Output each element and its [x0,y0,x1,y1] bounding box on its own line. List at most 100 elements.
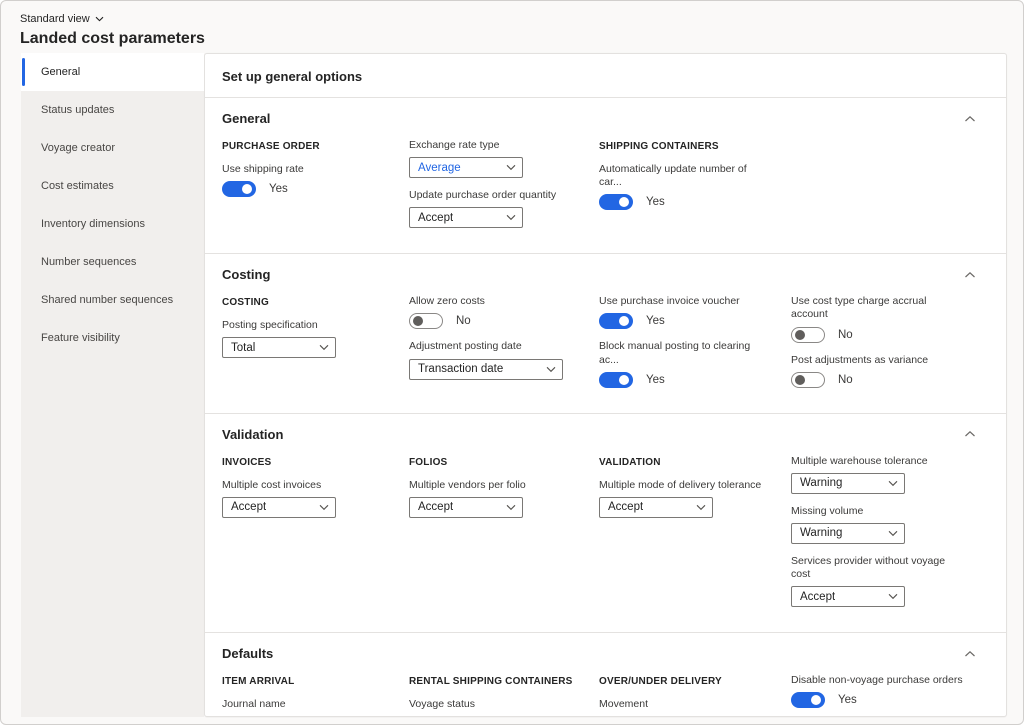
section-title: Costing [222,267,270,282]
services-provider-without-voyage-cost-dropdown[interactable]: Accept [791,586,905,607]
section-collapse-button[interactable] [962,428,978,440]
chevron-up-icon [964,271,976,279]
toggle-row: Yes [599,313,791,329]
block-manual-posting-to-clearing-ac-toggle[interactable] [599,372,633,388]
section-collapse-button[interactable] [962,113,978,125]
field-services-provider-without-voyage-cost: Services provider without voyage cost Ac… [791,555,978,607]
sidebar-item-voyage-creator[interactable]: Voyage creator [21,129,204,167]
toggle-knob [795,330,805,340]
sidebar-item-shared-number-sequences[interactable]: Shared number sequences [21,281,204,319]
automatically-update-number-of-car-toggle[interactable] [599,194,633,210]
sidebar: General Status updates Voyage creator Co… [21,53,204,717]
toggle-state-label: Yes [269,183,288,195]
field-label: Update purchase order quantity [409,189,581,202]
section-columns: ITEM ARRIVAL Journal name WArr RENTAL SH… [222,672,978,717]
view-selector[interactable]: Standard view [20,13,104,25]
field-disable-non-voyage-purchase-orders: Disable non-voyage purchase orders Yes [791,674,978,708]
group-label-rental-shipping-containers: RENTAL SHIPPING CONTAINERS [409,676,599,687]
use-shipping-rate-toggle[interactable] [222,181,256,197]
sidebar-item-label: Inventory dimensions [41,218,145,230]
dropdown-value: Total [231,342,255,354]
use-purchase-invoice-voucher-toggle[interactable] [599,313,633,329]
chevron-down-icon [95,16,104,22]
section-header[interactable]: Defaults [222,633,978,672]
field-exchange-rate-type: Exchange rate type Average [409,139,599,178]
section-costing: Costing COSTING Posting specification To… [205,253,1006,412]
section-collapse-button[interactable] [962,269,978,281]
group-label-item-arrival: ITEM ARRIVAL [222,676,409,687]
field-update-purchase-order-quantity: Update purchase order quantity Accept [409,189,599,228]
sidebar-item-feature-visibility[interactable]: Feature visibility [21,319,204,357]
section-header[interactable]: Validation [222,414,978,453]
field-label: Allow zero costs [409,295,581,308]
voyage-status-dropdown[interactable] [409,716,523,717]
dropdown-value: Warning [800,477,842,489]
use-cost-type-charge-accrual-account-toggle[interactable] [791,327,825,343]
adjustment-posting-date-dropdown[interactable]: Transaction date [409,359,563,380]
toggle-knob [795,375,805,385]
section-validation: Validation INVOICES Multiple cost invoic… [205,413,1006,633]
field-column: RENTAL SHIPPING CONTAINERS Voyage status… [409,674,599,717]
toggle-knob [242,184,252,194]
dropdown-value: Transaction date [418,363,503,375]
main-panel-title: Set up general options [205,54,1006,97]
disable-non-voyage-purchase-orders-toggle[interactable] [791,692,825,708]
sidebar-item-cost-estimates[interactable]: Cost estimates [21,167,204,205]
group-label-invoices: INVOICES [222,457,409,468]
journal-name-dropdown[interactable]: WArr [222,716,336,717]
page-header: Standard view Landed cost parameters [1,1,1023,48]
dropdown-value: Accept [608,501,643,513]
chevron-up-icon [964,650,976,658]
chevron-down-icon [888,480,898,487]
section-header[interactable]: General [222,98,978,137]
field-use-shipping-rate: Use shipping rate Yes [222,163,409,197]
multiple-warehouse-tolerance-dropdown[interactable]: Warning [791,473,905,494]
field-use-purchase-invoice-voucher: Use purchase invoice voucher Yes [599,295,791,329]
sidebar-item-label: Number sequences [41,256,136,268]
field-column: FOLIOS Multiple vendors per folio Accept [409,455,599,529]
section-header[interactable]: Costing [222,254,978,293]
allow-zero-costs-toggle[interactable] [409,313,443,329]
section-title: Validation [222,427,283,442]
field-label: Multiple vendors per folio [409,479,581,492]
group-label-folios: FOLIOS [409,457,599,468]
field-column: Exchange rate type Average Update purcha… [409,139,599,239]
sidebar-item-status-updates[interactable]: Status updates [21,91,204,129]
posting-specification-dropdown[interactable]: Total [222,337,336,358]
movement-dropdown[interactable]: IMov [599,716,713,717]
field-label: Use cost type charge accrual account [791,295,963,321]
sidebar-item-label: Status updates [41,104,114,116]
update-purchase-order-quantity-dropdown[interactable]: Accept [409,207,523,228]
chevron-up-icon [964,430,976,438]
page-title: Landed cost parameters [20,30,1023,48]
group-label-purchase-order: PURCHASE ORDER [222,141,409,152]
toggle-knob [619,316,629,326]
section-title: Defaults [222,646,273,661]
multiple-cost-invoices-dropdown[interactable]: Accept [222,497,336,518]
toggle-knob [413,316,423,326]
field-allow-zero-costs: Allow zero costs No [409,295,599,329]
exchange-rate-type-dropdown[interactable]: Average [409,157,523,178]
sidebar-item-general[interactable]: General [21,53,204,91]
toggle-state-label: No [456,315,471,327]
field-column: Disable non-voyage purchase orders Yes D… [791,674,978,717]
field-column: SHIPPING CONTAINERS Automatically update… [599,139,791,221]
dropdown-value: Accept [418,212,453,224]
field-journal-name: Journal name WArr [222,698,409,717]
sidebar-item-number-sequences[interactable]: Number sequences [21,243,204,281]
group-label-validation: VALIDATION [599,457,791,468]
field-multiple-mode-of-delivery-tolerance: Multiple mode of delivery tolerance Acce… [599,479,791,518]
missing-volume-dropdown[interactable]: Warning [791,523,905,544]
toggle-row: Yes [791,692,978,708]
post-adjustments-as-variance-toggle[interactable] [791,372,825,388]
multiple-vendors-per-folio-dropdown[interactable]: Accept [409,497,523,518]
field-column: PURCHASE ORDER Use shipping rate Yes [222,139,409,208]
sidebar-item-inventory-dimensions[interactable]: Inventory dimensions [21,205,204,243]
toggle-state-label: No [838,374,853,386]
field-label: Voyage status [409,698,581,711]
field-label: Journal name [222,698,394,711]
multiple-mode-of-delivery-tolerance-dropdown[interactable]: Accept [599,497,713,518]
sidebar-item-label: Shared number sequences [41,294,173,306]
toggle-row: Yes [222,181,409,197]
section-collapse-button[interactable] [962,648,978,660]
